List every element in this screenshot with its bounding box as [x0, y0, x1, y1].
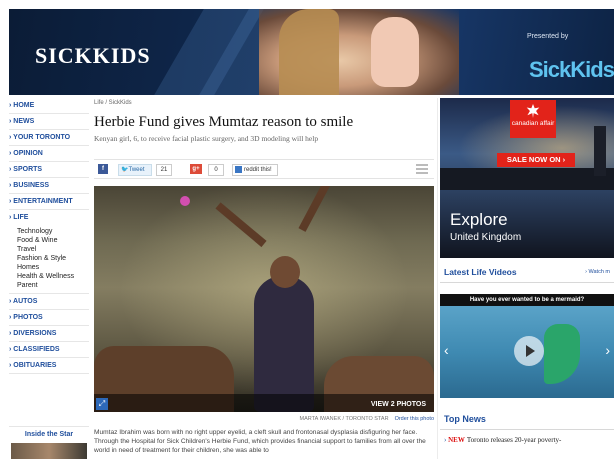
canadian-affair-ad[interactable]: canadian affair SALE NOW ON › Explore Un…: [440, 98, 614, 258]
presented-by-label: Presented by: [527, 33, 569, 40]
top-news: Top News NEWToronto releases 20-year pov…: [440, 410, 614, 444]
nav-item-sports[interactable]: SPORTS: [9, 162, 89, 178]
latest-videos: Latest Life Videos › Watch m Have you ev…: [440, 264, 614, 398]
tweet-button-label: Tweet: [128, 167, 145, 173]
nav-item-entertainment[interactable]: ENTERTAINMENT: [9, 194, 89, 210]
nav-item-opinion[interactable]: OPINION: [9, 146, 89, 162]
maple-leaf-icon: [526, 104, 540, 118]
page: SICKKIDS Presented by SickKids HOME NEWS…: [0, 0, 614, 459]
nav-item-diversions[interactable]: DIVERSIONS: [9, 326, 89, 342]
nav-sub-travel[interactable]: Travel: [9, 245, 89, 254]
article-photo[interactable]: ⤢ VIEW 2 PHOTOS: [94, 186, 434, 412]
column-divider: [437, 98, 438, 459]
nav-sub-homes[interactable]: Homes: [9, 263, 89, 272]
nav-item-classifieds[interactable]: CLASSIFIEDS: [9, 342, 89, 358]
inside-the-star[interactable]: Inside the Star: [9, 426, 89, 459]
facebook-share-button[interactable]: f: [98, 164, 108, 174]
order-photo-link[interactable]: Order this photo: [395, 416, 434, 422]
new-badge: NEW: [448, 436, 465, 444]
sickkids-logo: SickKids: [529, 57, 614, 82]
reddit-icon: [235, 165, 242, 173]
ad-subheadline: United Kingdom: [450, 232, 522, 243]
reddit-button[interactable]: reddit this!: [232, 164, 278, 176]
top-news-item[interactable]: NEWToronto releases 20-year poverty-: [440, 430, 614, 444]
nav-life-sublist: Technology Food & Wine Travel Fashion & …: [9, 225, 89, 294]
top-news-item-text: Toronto releases 20-year poverty-: [466, 436, 562, 444]
nav-sub-food-wine[interactable]: Food & Wine: [9, 236, 89, 245]
banner-title: SICKKIDS: [35, 43, 151, 68]
google-plus-button[interactable]: g+: [190, 164, 202, 174]
photo-credit-line: MARTA IWANEK / TORONTO STAR Order this ph…: [94, 416, 434, 422]
nav-item-your-toronto[interactable]: YOUR TORONTO: [9, 130, 89, 146]
nav-item-obituaries[interactable]: OBITUARIES: [9, 358, 89, 374]
banner-photo-mother: [279, 9, 339, 95]
nav-item-home[interactable]: HOME: [9, 98, 89, 114]
nav-sub-fashion-style[interactable]: Fashion & Style: [9, 254, 89, 263]
video-caption: Have you ever wanted to be a mermaid?: [440, 294, 614, 306]
share-bar: f 🐦Tweet 21 g+ 0 reddit this!: [94, 159, 434, 179]
ad-headline: Explore: [450, 210, 508, 229]
nav-sub-parent[interactable]: Parent: [9, 281, 89, 290]
top-news-title: Top News: [440, 410, 614, 430]
chevron-left-icon[interactable]: ‹: [444, 342, 449, 358]
watch-more-link[interactable]: › Watch m: [585, 269, 610, 275]
article: Life / SickKids Herbie Fund gives Mumtaz…: [94, 98, 434, 454]
article-subheadline: Kenyan girl, 6, to receive facial plasti…: [94, 134, 319, 143]
banner-photo-baby: [371, 17, 419, 87]
videos-header: Latest Life Videos › Watch m: [440, 264, 614, 283]
photo-credit: MARTA IWANEK / TORONTO STAR: [299, 416, 389, 422]
sale-now-on-button[interactable]: SALE NOW ON ›: [497, 153, 575, 167]
article-body: Mumtaz Ibrahim was born with no right up…: [94, 429, 426, 454]
ad-bridge: [440, 168, 614, 190]
nav-item-life[interactable]: LIFE: [9, 210, 89, 225]
breadcrumb[interactable]: Life / SickKids: [94, 100, 434, 106]
tweet-count: 21: [156, 164, 172, 176]
nav-item-news[interactable]: NEWS: [9, 114, 89, 130]
left-nav: HOME NEWS YOUR TORONTO OPINION SPORTS BU…: [9, 98, 89, 374]
canadian-affair-logo-text: canadian affair: [511, 120, 555, 127]
tweet-button[interactable]: 🐦Tweet: [118, 164, 152, 176]
nav-item-photos[interactable]: PHOTOS: [9, 310, 89, 326]
videos-title: Latest Life Videos: [444, 267, 517, 277]
photo-girl-head: [270, 256, 300, 288]
inside-the-star-label: Inside the Star: [24, 431, 74, 438]
video-player[interactable]: Have you ever wanted to be a mermaid? ‹ …: [440, 294, 614, 398]
ad-big-ben: [594, 126, 606, 176]
inside-the-star-thumbnail[interactable]: [11, 443, 87, 459]
chevron-right-icon[interactable]: ›: [605, 342, 610, 358]
reddit-label: reddit this!: [244, 167, 272, 173]
nav-sub-health-wellness[interactable]: Health & Wellness: [9, 272, 89, 281]
article-headline: Herbie Fund gives Mumtaz reason to smile: [94, 114, 354, 130]
nav-sub-technology[interactable]: Technology: [9, 227, 89, 236]
sickkids-banner[interactable]: SICKKIDS Presented by SickKids: [9, 9, 614, 95]
photo-wand: [180, 196, 190, 206]
more-options-icon[interactable]: [416, 164, 428, 174]
view-photos-button[interactable]: VIEW 2 PHOTOS: [371, 401, 426, 408]
nav-item-business[interactable]: BUSINESS: [9, 178, 89, 194]
play-icon[interactable]: [514, 336, 544, 366]
nav-item-autos[interactable]: AUTOS: [9, 294, 89, 310]
google-plus-count: 0: [208, 164, 224, 176]
expand-icon[interactable]: ⤢: [96, 398, 108, 410]
photo-girl: [254, 276, 314, 412]
canadian-affair-logo: canadian affair: [510, 100, 556, 138]
